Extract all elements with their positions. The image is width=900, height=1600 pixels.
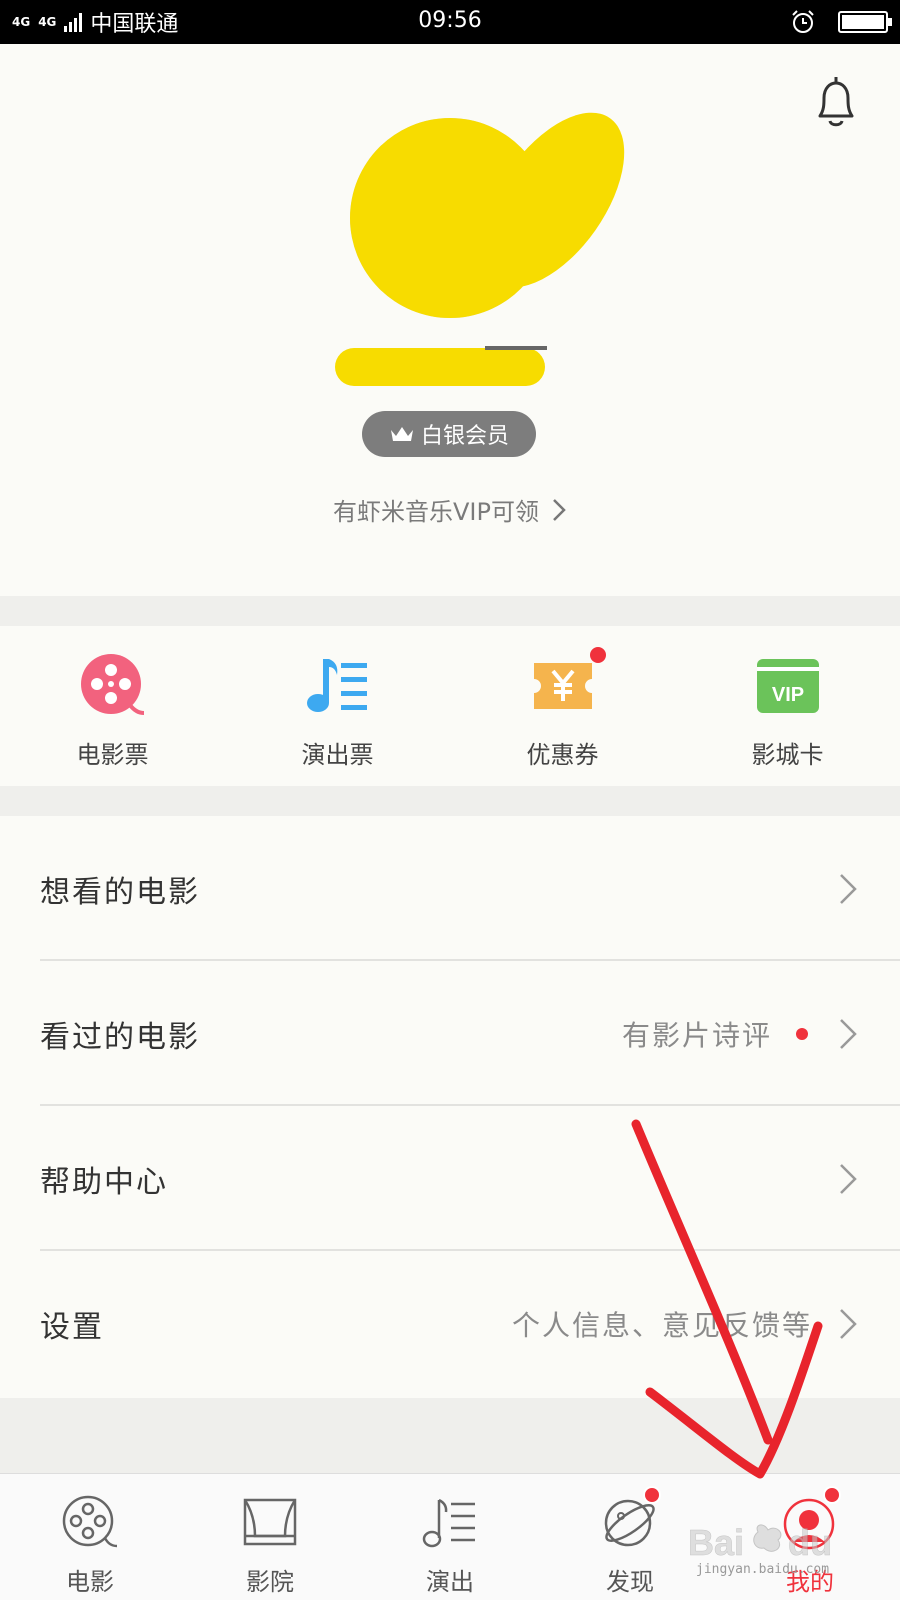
tab-label: 演出 <box>426 1568 474 1596</box>
username-obscured <box>335 348 545 386</box>
menu-item-title: 想看的电影 <box>40 874 200 910</box>
quick-action-coupon[interactable]: 优惠券 <box>450 625 675 785</box>
svg-text:du: du <box>788 1522 832 1563</box>
section-divider <box>0 1398 900 1473</box>
film-reel-icon <box>80 654 144 715</box>
chevron-right-icon <box>840 873 857 904</box>
status-bar: 4G 4G 中国联通 09:56 <box>0 0 900 44</box>
alarm-icon <box>792 10 814 33</box>
section-divider <box>0 596 900 626</box>
music-list-icon <box>306 659 367 712</box>
menu-item-hint: 有影片诗评 <box>621 1018 772 1052</box>
menu-item-title: 看过的电影 <box>40 1019 200 1055</box>
tab-label: 发现 <box>606 1568 654 1596</box>
bell-icon[interactable] <box>812 76 860 130</box>
discover-badge-dot <box>643 1486 661 1504</box>
tab-show[interactable]: 演出 <box>360 1474 540 1600</box>
tab-label: 影院 <box>246 1568 294 1596</box>
quick-action-label: 影城卡 <box>751 741 824 769</box>
username-underline <box>485 346 547 350</box>
vip-promo-text: 有虾米音乐VIP可领 <box>333 498 539 526</box>
tab-label: 电影 <box>66 1568 114 1596</box>
vip-card-text: VIP <box>771 684 803 706</box>
tab-cinema[interactable]: 影院 <box>180 1474 360 1600</box>
chevron-right-icon <box>840 1018 857 1049</box>
tab-movie[interactable]: 电影 <box>0 1474 180 1600</box>
menu-item-title: 设置 <box>40 1309 104 1345</box>
menu-item-help-center[interactable]: 帮助中心 <box>0 1106 900 1251</box>
mine-badge-dot <box>823 1486 841 1504</box>
menu-item-hint: 个人信息、意见反馈等 <box>511 1308 812 1342</box>
menu-item-settings[interactable]: 设置 个人信息、意见反馈等 <box>0 1251 900 1396</box>
menu-item-want-to-watch[interactable]: 想看的电影 <box>0 816 900 961</box>
vip-card-icon: VIP <box>756 659 819 713</box>
chevron-right-icon <box>553 498 566 521</box>
menu-list: 想看的电影 看过的电影 有影片诗评 帮助中心 设置 个人信息、意见反馈等 <box>0 816 900 1396</box>
quick-action-label: 优惠券 <box>526 741 599 769</box>
quick-action-movie-ticket[interactable]: 电影票 <box>0 625 225 785</box>
member-level-badge[interactable]: 白银会员 <box>362 411 536 457</box>
watermark-url: jingyan.baidu.com <box>696 1562 830 1577</box>
status-time: 09:56 <box>418 8 482 33</box>
member-level-label: 白银会员 <box>420 424 509 449</box>
notification-dot <box>796 1027 808 1040</box>
chevron-right-icon <box>840 1163 857 1194</box>
chevron-right-icon <box>840 1308 857 1339</box>
section-divider <box>0 786 900 816</box>
svg-text:Bai: Bai <box>688 1522 744 1563</box>
battery-icon <box>838 11 892 33</box>
cinema-screen-icon <box>243 1498 297 1546</box>
quick-action-cinema-card[interactable]: VIP 影城卡 <box>675 625 900 785</box>
film-reel-icon <box>62 1495 118 1548</box>
quick-action-label: 电影票 <box>76 741 149 769</box>
menu-item-watched[interactable]: 看过的电影 有影片诗评 <box>0 961 900 1106</box>
quick-action-label: 演出票 <box>301 741 374 769</box>
crown-icon <box>390 427 413 441</box>
quick-action-show-ticket[interactable]: 演出票 <box>225 625 450 785</box>
coupon-icon <box>533 663 592 709</box>
music-list-icon <box>422 1498 475 1548</box>
vip-promo-link[interactable]: 有虾米音乐VIP可领 <box>0 492 900 527</box>
menu-item-title: 帮助中心 <box>40 1164 168 1200</box>
coupon-badge-dot <box>589 647 606 663</box>
quick-actions: 电影票 演出票 优惠券 VIP 影城卡 <box>0 625 900 785</box>
